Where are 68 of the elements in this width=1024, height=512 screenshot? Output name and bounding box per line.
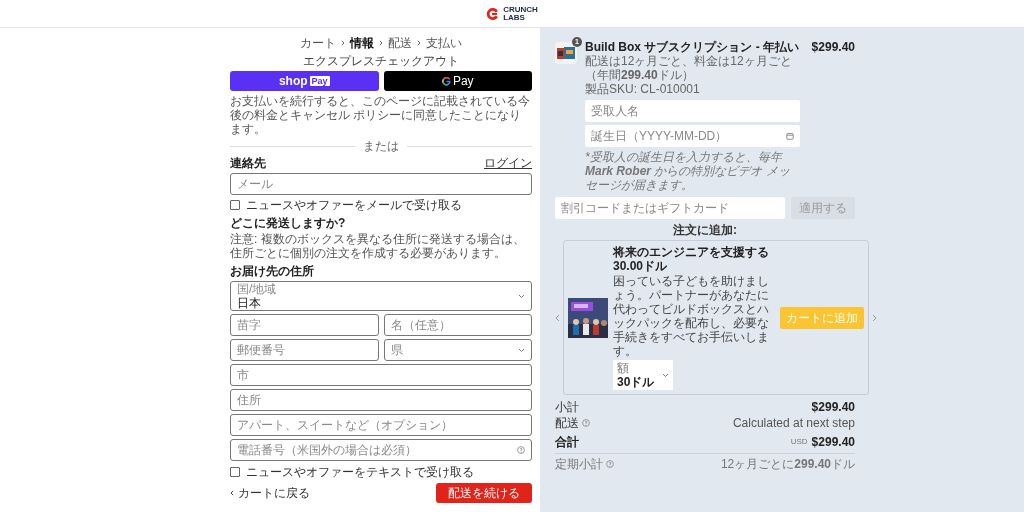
chevron-right-icon	[379, 40, 383, 46]
upsell-price: 30.00ドル	[613, 259, 669, 273]
breadcrumb-link[interactable]: 配送	[388, 36, 412, 50]
input-field[interactable]: 苗字	[230, 314, 379, 336]
input-field[interactable]: 名（任意）	[383, 314, 532, 336]
section-title: エクスプレスチェックアウト	[302, 54, 460, 68]
summary-value: Calculated at next step	[732, 416, 855, 430]
upsell-title: 将来のエンジニアを支援する	[613, 245, 770, 259]
checkbox-label: ニュースやオファーをテキストで受け取る	[246, 465, 474, 479]
prefecture-select[interactable]: 県	[383, 339, 532, 361]
product-title: Build Box サブスクリプション - 年払い	[585, 40, 800, 54]
google-pay-button[interactable]: Pay	[383, 71, 532, 91]
amount-select[interactable]: 額 30ドル	[613, 360, 673, 390]
checkbox[interactable]	[230, 200, 240, 210]
chevron-left-icon	[555, 313, 560, 322]
summary-label: 定期小計	[555, 457, 603, 471]
chevron-down-icon	[518, 347, 525, 353]
upsell-description: 困っている子どもを助けましょう。パートナーがあなたに代わってビルドボックスとハックパックを配布し、必要な手続きをすべてお手伝いします。	[613, 274, 770, 358]
section-heading: 連絡先	[230, 156, 266, 170]
phone-field[interactable]: 電話番号（米国外の場合は必須）	[230, 439, 532, 461]
input-field[interactable]: 郵便番号	[230, 339, 379, 361]
breadcrumb-link[interactable]: 支払い	[426, 36, 462, 50]
country-select[interactable]: 国/地域 日本	[230, 281, 532, 311]
calendar-icon	[786, 132, 794, 140]
login-link[interactable]: ログイン	[484, 156, 532, 170]
section-heading: どこに発送しますか?	[230, 216, 347, 230]
chevron-down-icon	[662, 372, 669, 378]
chevron-right-icon	[341, 40, 345, 46]
input-field[interactable]: 受取人名	[585, 100, 800, 122]
help-icon	[517, 446, 525, 454]
back-link[interactable]: カートに戻る	[230, 486, 310, 500]
logo-icon	[486, 6, 501, 21]
chevron-right-icon	[872, 313, 877, 322]
checkbox-label: ニュースやオファーをメールで受け取る	[246, 198, 462, 212]
breadcrumb-link[interactable]: カート	[300, 36, 336, 50]
email-field[interactable]: メール	[230, 173, 532, 195]
logo-text: CRUNCH	[503, 5, 538, 14]
input-field[interactable]: 市	[230, 364, 532, 386]
input-field[interactable]: アパート、スイートなど（オプション）	[230, 414, 532, 436]
product-sku: 製品SKU: CL-010001	[585, 82, 701, 96]
notice-text: 注意: 複数のボックスを異なる住所に発送する場合は、住所ごとに個別の注文を作成する必要があります。	[230, 232, 526, 260]
breadcrumb-link[interactable]: 情報	[350, 36, 374, 50]
section-heading: 注文に追加:	[672, 223, 738, 237]
continue-button[interactable]: 配送を続ける	[436, 483, 532, 503]
total-label: 合計	[555, 435, 579, 449]
total-value: $299.40	[811, 435, 855, 449]
google-icon	[441, 76, 451, 86]
help-icon	[582, 419, 590, 427]
chevron-right-icon	[417, 40, 421, 46]
summary-value: 12ヶ月ごとに299.40ドル	[720, 457, 855, 471]
summary-value: $299.40	[811, 400, 855, 414]
shop-pay-button[interactable]: shop Pay	[230, 71, 379, 91]
chevron-down-icon	[518, 293, 525, 299]
chevron-left-icon	[230, 490, 234, 496]
logo-text: LABS	[503, 13, 526, 22]
terms-text: お支払いを続行すると、このページに記載されている今後の料金とキャンセル ポリシーに同意したことになります。	[230, 94, 531, 136]
product-description: 配送は12ヶ月ごと、料金は12ヶ月ごと（年間299.40ドル）	[585, 54, 793, 82]
date-field[interactable]: 誕生日（YYYY-MM-DD）	[585, 125, 800, 147]
divider-label: または	[363, 139, 399, 153]
help-icon	[606, 460, 614, 468]
section-heading: お届け先の住所	[230, 264, 315, 278]
currency-label: USD	[790, 437, 808, 447]
summary-label: 配送	[555, 416, 579, 430]
summary-label: 小計	[555, 400, 579, 414]
checkbox[interactable]	[230, 467, 240, 477]
product-price: $299.40	[811, 40, 855, 56]
recipient-note: *受取人の誕生日を入力すると、毎年 Mark Rober からの特別なビデオ メッセージが届きます。	[585, 150, 791, 192]
input-field[interactable]: 住所	[230, 389, 532, 411]
